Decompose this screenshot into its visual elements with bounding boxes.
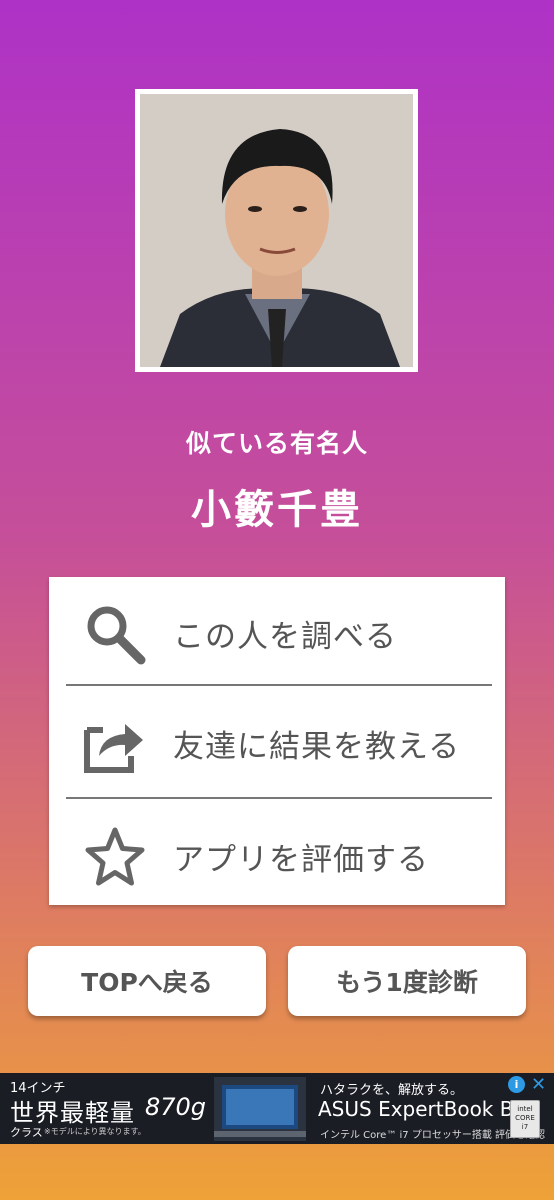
menu-item-label: アプリを評価する <box>173 842 429 878</box>
menu-item-rate-app[interactable]: アプリを評価する <box>49 802 505 911</box>
celebrity-name: 小籔千豊 <box>191 487 363 533</box>
ad-info-icon[interactable]: i <box>508 1076 525 1093</box>
action-menu-card: この人を調べる 友達に結果を教える アプリを評価する <box>49 577 505 905</box>
star-icon <box>85 827 145 885</box>
ad-weight: 870g <box>145 1093 207 1121</box>
search-icon <box>87 606 146 664</box>
ad-product-name: ASUS ExpertBook B9 <box>318 1097 527 1121</box>
menu-item-search-person[interactable]: この人を調べる <box>49 579 505 688</box>
ad-text: ハタラクを、解放する。 <box>320 1083 464 1098</box>
menu-divider <box>66 797 492 799</box>
result-subtitle: 似ている有名人 <box>185 429 368 458</box>
ad-close-icon[interactable]: ✕ <box>531 1074 546 1095</box>
celebrity-photo <box>140 94 413 367</box>
ad-headline: 世界最軽量 <box>10 1099 135 1127</box>
menu-divider <box>66 684 492 686</box>
ad-banner[interactable]: 14インチ 世界最軽量 870g クラス ※モデルにより異なります。 ハタラクを… <box>0 1073 554 1144</box>
intel-badge: intel CORE i7 <box>510 1100 540 1138</box>
ad-note: ※モデルにより異なります。 <box>44 1127 146 1136</box>
ad-text: クラス <box>10 1126 43 1139</box>
retry-diagnosis-button[interactable]: もう1度診断 <box>288 946 526 1016</box>
menu-item-label: 友達に結果を教える <box>173 729 461 765</box>
menu-item-share-result[interactable]: 友達に結果を教える <box>49 689 505 798</box>
celebrity-photo-frame <box>135 89 418 372</box>
share-icon <box>84 723 143 773</box>
back-to-top-button[interactable]: TOPへ戻る <box>28 946 266 1016</box>
menu-item-label: この人を調べる <box>173 619 397 655</box>
laptop-image <box>214 1077 306 1141</box>
